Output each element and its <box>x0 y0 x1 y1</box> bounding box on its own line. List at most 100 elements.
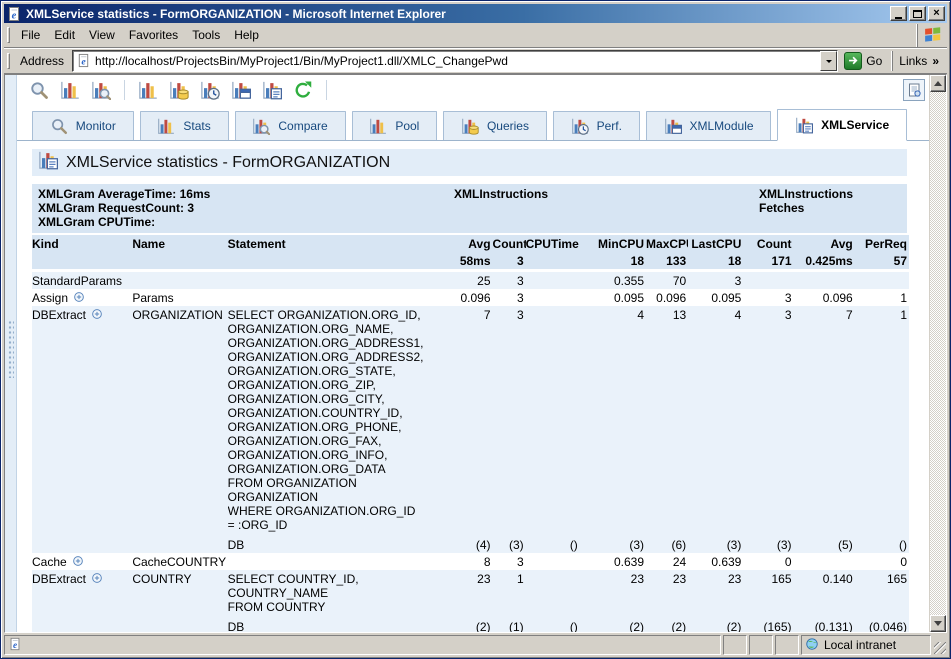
tab-monitor[interactable]: Monitor <box>32 111 134 140</box>
browser-window: e XMLService statistics - FormORGANIZATI… <box>0 0 951 659</box>
xmlinstructions-fetches-group-label: XMLInstructions Fetches <box>759 187 853 215</box>
value-cell <box>526 553 580 570</box>
queries-tool-button[interactable] <box>169 80 189 100</box>
value-cell: (2) <box>580 615 646 632</box>
value-cell: 165 <box>855 570 909 615</box>
stats-tool-button[interactable] <box>60 80 80 100</box>
close-button[interactable]: × <box>928 6 945 21</box>
links-button[interactable]: Links » <box>892 51 945 71</box>
ie-window-icon: e <box>6 6 22 22</box>
svg-text:e: e <box>12 10 17 21</box>
title-bar[interactable]: e XMLService statistics - FormORGANIZATI… <box>4 4 947 23</box>
perf-tool-button[interactable] <box>200 80 220 100</box>
value-cell: 3 <box>493 271 526 290</box>
menu-item-view[interactable]: View <box>82 26 122 44</box>
value-cell: (3) <box>493 533 526 553</box>
menu-bar: FileEditViewFavoritesToolsHelp <box>4 23 947 48</box>
tab-xmlmodule[interactable]: XMLModule <box>646 111 772 140</box>
compare-tool-button[interactable] <box>91 80 111 100</box>
menu-item-help[interactable]: Help <box>227 26 266 44</box>
value-cell <box>526 271 580 290</box>
tab-compare[interactable]: Compare <box>235 111 346 140</box>
header-value: 18 <box>688 252 743 271</box>
maximize-button[interactable] <box>909 6 926 21</box>
value-cell: 7 <box>794 306 855 533</box>
value-cell: (3) <box>688 533 743 553</box>
value-cell: 1 <box>855 306 909 533</box>
menu-item-file[interactable]: File <box>14 26 47 44</box>
table-header-values-row: 58ms318133181710.425ms57 <box>32 252 909 271</box>
url-text[interactable]: http://localhost/ProjectsBin/MyProject1/… <box>95 54 820 68</box>
column-header: Statement <box>228 235 446 252</box>
tab-label: XMLModule <box>690 119 754 133</box>
value-cell: 0 <box>743 553 793 570</box>
address-input[interactable]: e http://localhost/ProjectsBin/MyProject… <box>72 50 838 72</box>
resize-grip[interactable] <box>933 635 947 655</box>
go-button[interactable]: Go <box>842 52 888 70</box>
menu-item-favorites[interactable]: Favorites <box>122 26 185 44</box>
value-cell: 3 <box>743 289 793 306</box>
value-cell <box>743 271 793 290</box>
name-cell <box>132 271 227 290</box>
statement-cell <box>228 289 446 306</box>
page-info-button[interactable] <box>903 79 925 101</box>
go-arrow-icon <box>844 52 862 70</box>
scroll-up-button[interactable] <box>930 75 946 92</box>
value-cell: 4 <box>580 306 646 533</box>
status-cell-3 <box>775 635 799 655</box>
refresh-tool-button[interactable] <box>293 80 313 100</box>
xmlmodule-tool-button[interactable] <box>231 80 251 100</box>
value-cell <box>526 570 580 615</box>
expand-icon[interactable] <box>72 555 84 567</box>
table-subrow: DB(4)(3)()(3)(6)(3)(3)(5)() <box>32 533 909 553</box>
value-cell: 13 <box>646 306 688 533</box>
menu-grip[interactable] <box>7 27 10 43</box>
menu-item-edit[interactable]: Edit <box>47 26 82 44</box>
row-kind-label: StandardParams <box>32 274 122 288</box>
value-cell: 3 <box>688 271 743 290</box>
header-value: 58ms <box>445 252 492 271</box>
page-main: MonitorStats Compare PoolQueriesPerf. XMLMo… <box>17 75 929 632</box>
tab-pool[interactable]: Pool <box>352 111 438 140</box>
statement-cell: SELECT ORGANIZATION.ORG_ID, ORGANIZATION… <box>228 306 446 533</box>
value-cell: 0.095 <box>580 289 646 306</box>
kind-cell <box>32 615 132 632</box>
links-label: Links <box>899 54 927 68</box>
scroll-down-button[interactable] <box>930 615 946 632</box>
tab-perf[interactable]: Perf. <box>553 111 640 140</box>
value-cell: (6) <box>646 533 688 553</box>
kind-cell: DBExtract <box>32 570 132 615</box>
value-cell: 25 <box>445 271 492 290</box>
vertical-scrollbar[interactable] <box>929 75 946 632</box>
statement-cell <box>228 553 446 570</box>
address-grip[interactable] <box>7 53 10 69</box>
tab-xmlservice[interactable]: XMLService <box>777 109 907 141</box>
menu-item-tools[interactable]: Tools <box>185 26 227 44</box>
monitor-tool-button[interactable] <box>29 80 49 100</box>
minimize-icon <box>895 17 902 19</box>
security-zone-cell: Local intranet <box>801 635 931 655</box>
windows-logo <box>917 24 947 47</box>
tab-stats[interactable]: Stats <box>140 111 229 140</box>
toolbar-separator <box>326 80 327 100</box>
value-cell: 0.639 <box>688 553 743 570</box>
kind-cell: DBExtract <box>32 306 132 533</box>
table-row: DBExtractORGANIZATIONSELECT ORGANIZATION… <box>32 306 909 533</box>
left-panel-splitter[interactable] <box>5 75 17 632</box>
value-cell: 23 <box>646 570 688 615</box>
xmlservice-tool-button[interactable] <box>262 80 282 100</box>
expand-icon[interactable] <box>91 308 103 320</box>
value-cell: 7 <box>445 306 492 533</box>
value-cell: 0.096 <box>445 289 492 306</box>
expand-icon[interactable] <box>91 572 103 584</box>
pool-tool-button[interactable] <box>138 80 158 100</box>
expand-icon[interactable] <box>73 291 85 303</box>
value-cell: 4 <box>688 306 743 533</box>
tab-label: Compare <box>278 119 327 133</box>
address-label: Address <box>18 54 68 68</box>
minimize-button[interactable] <box>890 6 907 21</box>
tab-queries[interactable]: Queries <box>443 111 547 140</box>
value-cell: () <box>526 615 580 632</box>
column-header: PerReq <box>855 235 909 252</box>
address-dropdown-button[interactable] <box>820 51 837 71</box>
